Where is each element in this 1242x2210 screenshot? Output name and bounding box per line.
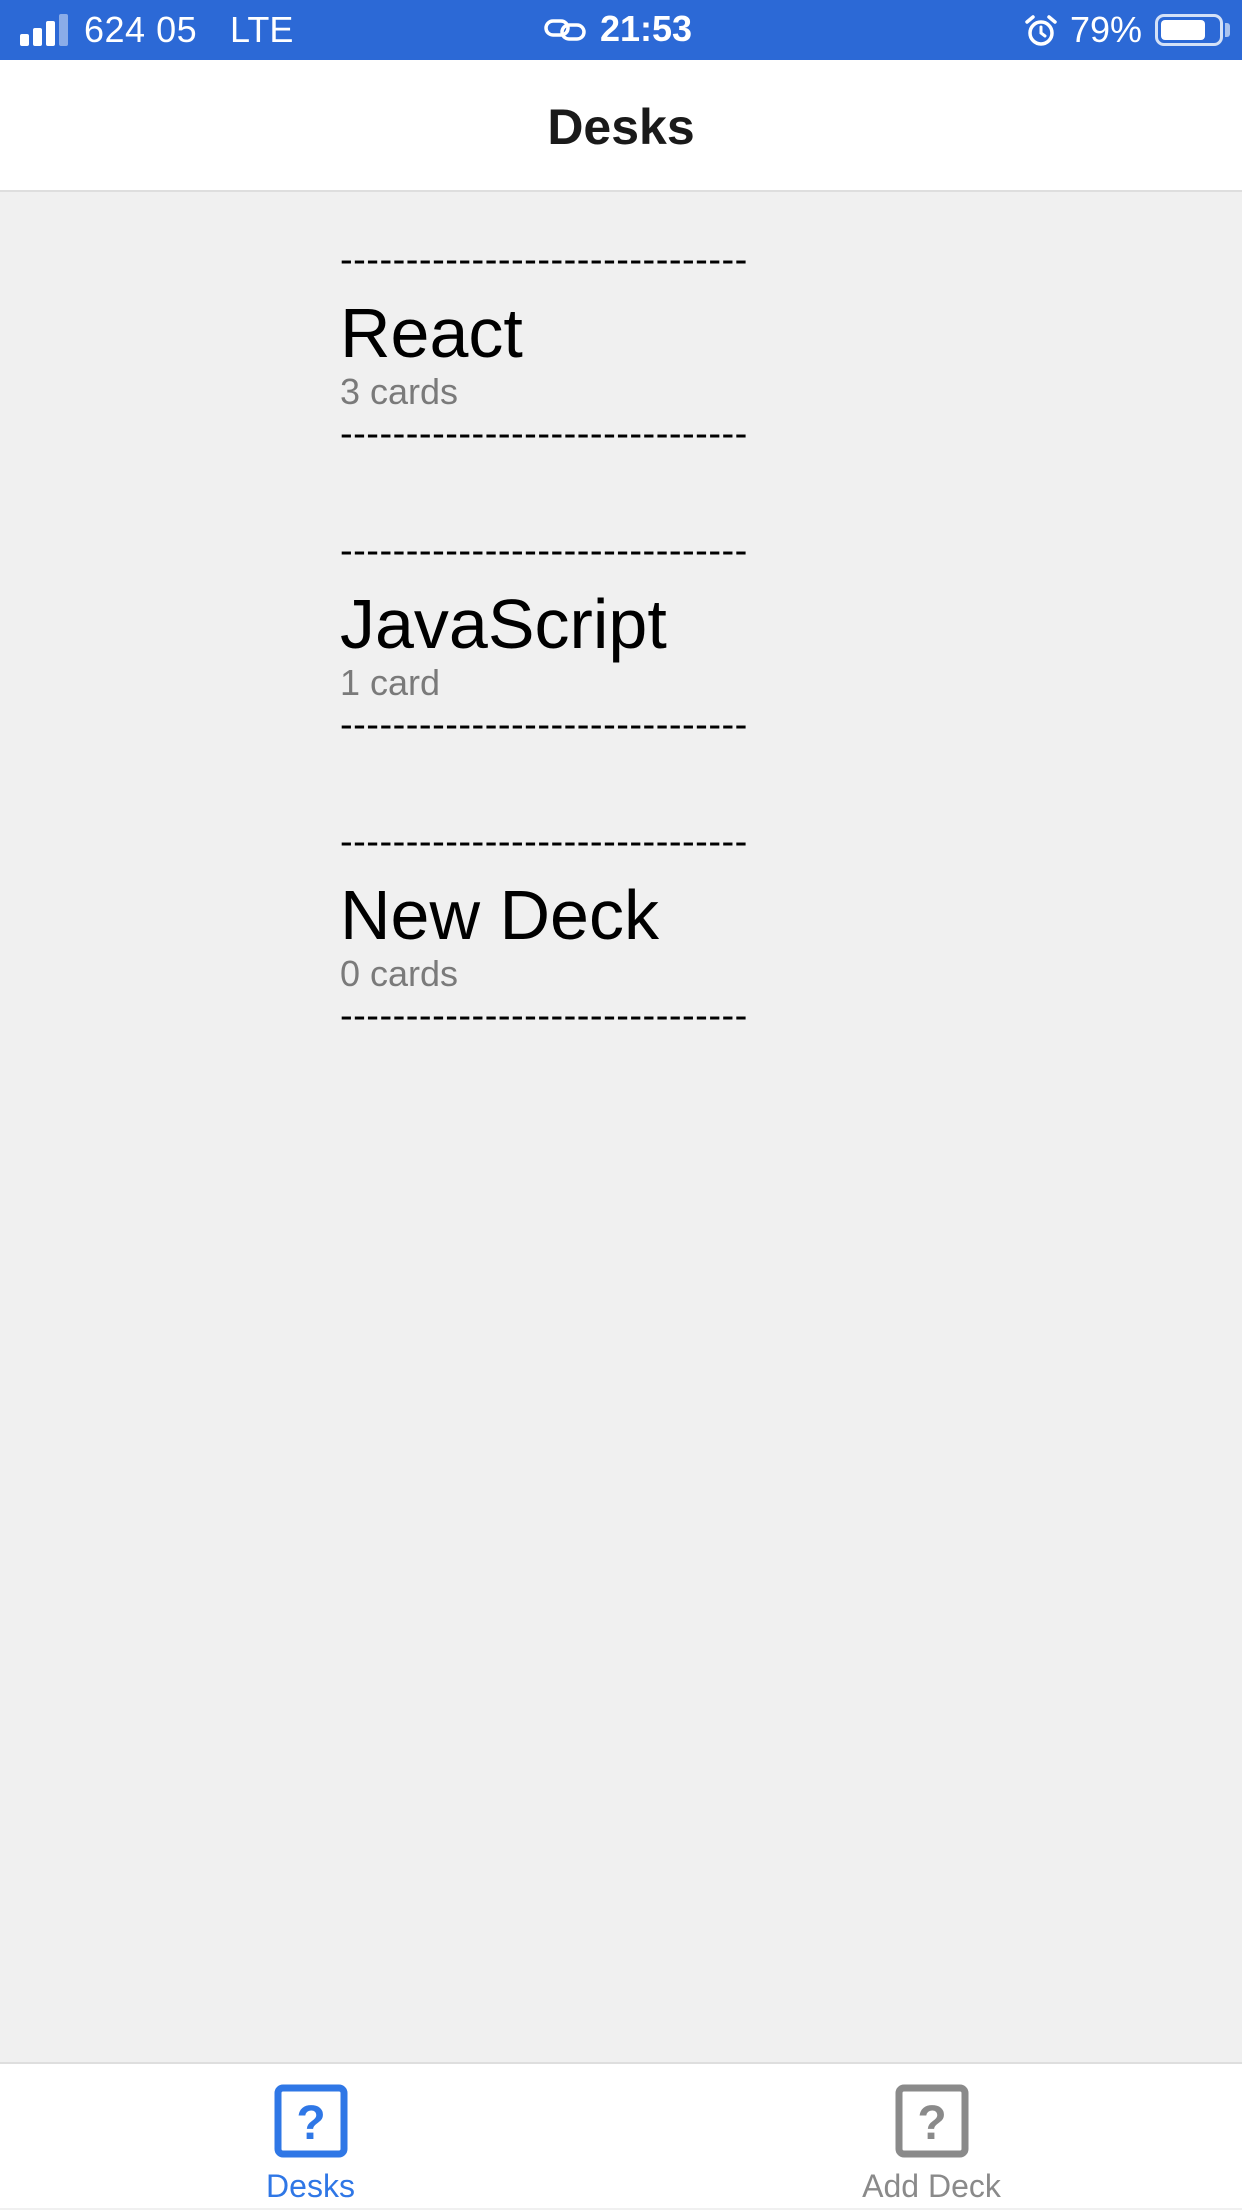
alarm-icon (1025, 15, 1057, 46)
tab-label: Desks (266, 2168, 355, 2204)
deck-separator-top: ------------------------------- (340, 821, 748, 863)
deck-card-count: 1 card (340, 662, 441, 703)
carrier-name: 624 05 (84, 9, 198, 50)
deck-separator-bottom: ------------------------------- (340, 995, 748, 1037)
deck-separator-bottom: ------------------------------- (340, 413, 748, 455)
signal-icon (20, 14, 72, 46)
battery-fill (1161, 20, 1205, 40)
deck-card-count: 0 cards (340, 953, 459, 994)
question-square-icon: ? (274, 2084, 347, 2158)
question-square-icon: ? (895, 2084, 968, 2158)
status-bar: 624 05 LTE 21:53 79% (0, 0, 1242, 60)
clock: 21:53 (600, 8, 693, 49)
network-type: LTE (230, 9, 294, 50)
deck-title: JavaScript (340, 585, 667, 663)
deck-separator-top: ------------------------------- (340, 530, 748, 572)
battery-percent: 79% (1070, 9, 1143, 50)
deck-separator-bottom: ------------------------------- (340, 704, 748, 746)
tab-bar: ? Desks ? Add Deck (0, 2062, 1242, 2208)
deck-separator-top: ------------------------------- (340, 239, 748, 281)
deck-item-react[interactable]: ------------------------------- React 3 … (340, 240, 920, 531)
tab-desks[interactable]: ? Desks (0, 2064, 621, 2210)
deck-card-count: 3 cards (340, 371, 459, 412)
deck-title: New Deck (340, 876, 659, 954)
page-title: Desks (547, 99, 695, 155)
battery-tip (1225, 23, 1230, 37)
svg-text:?: ? (296, 2097, 325, 2150)
link-icon (544, 19, 586, 41)
nav-header: Desks (0, 60, 1242, 192)
battery-icon (1155, 14, 1223, 46)
deck-list: ------------------------------- React 3 … (340, 240, 920, 1113)
tab-add-deck[interactable]: ? Add Deck (621, 2064, 1242, 2210)
tab-label: Add Deck (862, 2168, 1001, 2204)
deck-title: React (340, 294, 523, 372)
deck-item-new-deck[interactable]: ------------------------------- New Deck… (340, 822, 920, 1113)
deck-item-javascript[interactable]: ------------------------------- JavaScri… (340, 531, 920, 822)
svg-text:?: ? (917, 2097, 946, 2150)
